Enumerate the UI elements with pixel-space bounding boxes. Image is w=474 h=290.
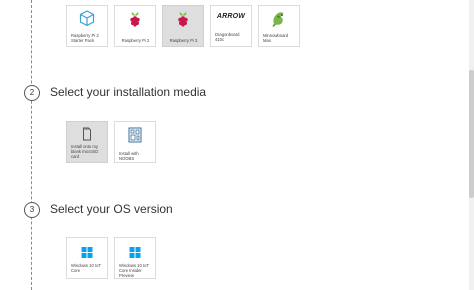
device-card-minnowboard[interactable]: Minnowboard Max — [258, 5, 300, 47]
device-label: Minnowboard Max — [263, 33, 289, 43]
noobs-board-icon — [128, 127, 142, 143]
device-card-rpi2[interactable]: Raspberry Pi 2 — [114, 5, 156, 47]
step-2-number: 2 — [24, 85, 40, 101]
os-label: Windows 10 IoT Core — [71, 263, 101, 273]
arrow-logo-text: ARROW — [216, 13, 246, 20]
device-card-rpi3[interactable]: Raspberry Pi 3 — [162, 5, 204, 47]
scrollbar-thumb[interactable] — [469, 70, 474, 198]
os-card-win10-iot-core-insider[interactable]: Windows 10 IoT Core Insider Preview — [114, 237, 156, 279]
media-card-microsd[interactable]: Install onto my blank microSD card — [66, 121, 108, 163]
device-card-rpi2-starter-pack[interactable]: Raspberry Pi 2 Starter Pack — [66, 5, 108, 47]
raspberry-pi-icon — [176, 11, 190, 27]
device-label: Raspberry Pi 3 — [169, 38, 198, 43]
media-card-noobs[interactable]: Install with NOOBS — [114, 121, 156, 163]
windows-logo-icon — [129, 247, 141, 258]
windows-logo-icon — [81, 247, 93, 258]
os-label: Windows 10 IoT Core Insider Preview — [119, 263, 149, 278]
media-label: Install onto my blank microSD card — [71, 144, 99, 159]
device-card-dragonboard[interactable]: ARROW Dragonboard 410c — [210, 5, 252, 47]
device-label: Raspberry Pi 2 Starter Pack — [71, 33, 99, 43]
vertical-scrollbar[interactable] — [469, 0, 474, 290]
cube-package-icon — [79, 10, 95, 27]
arrow-logo-icon: ARROW — [217, 13, 245, 20]
os-card-win10-iot-core[interactable]: Windows 10 IoT Core — [66, 237, 108, 279]
device-label: Raspberry Pi 2 — [121, 38, 150, 43]
sd-card-icon — [82, 127, 92, 141]
raspberry-pi-icon — [128, 11, 142, 27]
step-3-number: 3 — [24, 202, 40, 218]
progress-connector-line — [31, 0, 32, 290]
media-label: Install with NOOBS — [119, 151, 139, 161]
device-label: Dragonboard 410c — [215, 32, 240, 42]
step-3-title: Select your OS version — [50, 202, 173, 216]
minnow-fish-icon — [271, 10, 287, 28]
step-2-title: Select your installation media — [50, 85, 207, 99]
